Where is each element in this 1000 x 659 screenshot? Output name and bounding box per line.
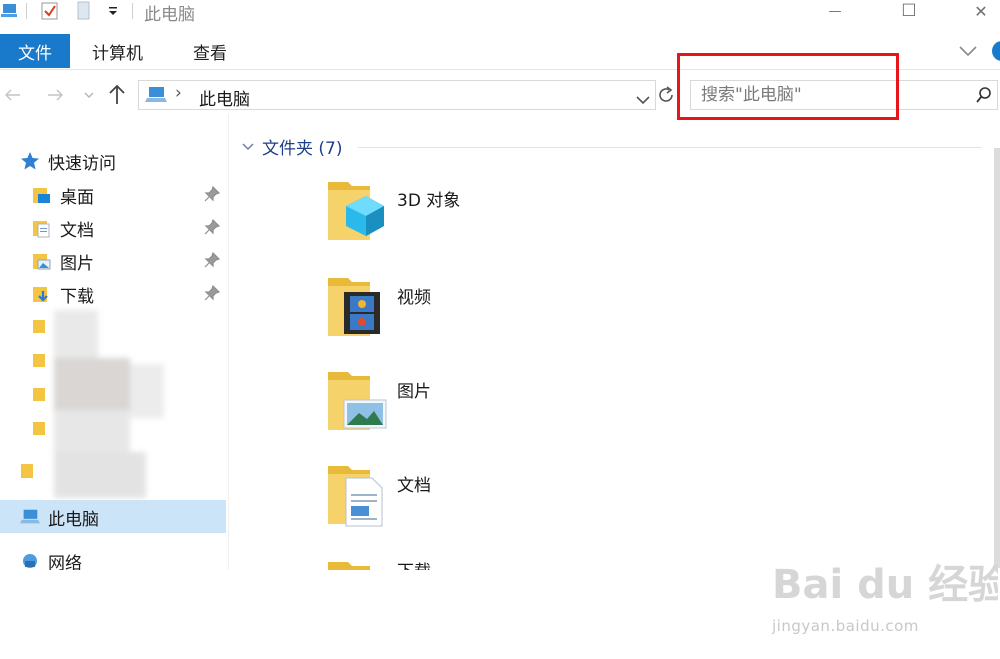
folder-label[interactable]: 视频 <box>397 283 431 308</box>
tab-computer[interactable]: 计算机 <box>92 34 143 68</box>
pictures-folder-icon <box>32 251 52 271</box>
group-header-label: 文件夹 (7) <box>262 138 343 159</box>
watermark-url: jingyan.baidu.com <box>772 617 919 635</box>
nav-item-desktop[interactable]: 桌面 <box>32 180 94 210</box>
search-highlight-annotation <box>677 53 899 120</box>
this-pc-small-icon <box>145 85 167 109</box>
tab-view[interactable]: 查看 <box>193 34 227 68</box>
nav-item-documents[interactable]: 文档 <box>32 213 94 243</box>
desktop-folder-icon <box>32 185 52 205</box>
computer-icon[interactable] <box>0 2 18 20</box>
breadcrumb-this-pc[interactable]: 此电脑 <box>199 85 250 110</box>
customize-dropdown-icon[interactable] <box>106 2 120 20</box>
folder-label[interactable]: 图片 <box>397 377 431 402</box>
help-icon[interactable] <box>990 40 1000 66</box>
downloads-folder-icon[interactable] <box>326 556 396 570</box>
watermark-brand: Bai du 经验 <box>772 562 998 608</box>
nav-quick-access-label: 快速访问 <box>48 153 116 174</box>
back-button[interactable] <box>2 84 24 106</box>
address-dropdown-icon[interactable] <box>636 90 650 109</box>
videos-folder-icon[interactable] <box>326 272 396 342</box>
group-header-folders[interactable]: 文件夹 (7) <box>242 134 343 159</box>
close-icon: ✕ <box>974 1 988 21</box>
nav-item-pictures[interactable]: 图片 <box>32 246 94 276</box>
recent-locations-button[interactable] <box>78 84 100 106</box>
pictures-folder-icon[interactable] <box>326 366 396 436</box>
close-button[interactable]: ✕ <box>958 0 1000 22</box>
minimize-icon: — <box>828 3 842 19</box>
folder-label[interactable]: 下载 <box>397 562 431 570</box>
folder-label[interactable]: 3D 对象 <box>397 186 460 211</box>
properties-check-icon[interactable] <box>40 2 60 20</box>
forward-button[interactable] <box>44 84 66 106</box>
nav-item-label: 图片 <box>60 253 94 274</box>
3d-objects-folder-icon[interactable] <box>326 176 396 246</box>
nav-item-label: 桌面 <box>60 187 94 208</box>
up-button[interactable] <box>106 84 128 106</box>
star-icon <box>20 151 40 171</box>
breadcrumb-separator[interactable]: › <box>175 83 182 103</box>
scrollbar-thumb[interactable] <box>994 148 1000 568</box>
maximize-button[interactable]: ☐ <box>886 0 932 22</box>
tab-file[interactable]: 文件 <box>0 34 70 68</box>
new-folder-icon[interactable] <box>76 1 92 20</box>
computer-icon <box>20 507 40 527</box>
nav-this-pc-label: 此电脑 <box>48 509 99 530</box>
address-bar[interactable]: › 此电脑 <box>138 80 656 110</box>
expand-ribbon-icon[interactable] <box>958 43 978 62</box>
redacted-area <box>44 300 166 500</box>
pin-icon[interactable] <box>204 218 221 235</box>
nav-item-label: 文档 <box>60 220 94 241</box>
collapse-chevron-icon[interactable] <box>242 136 254 156</box>
nav-this-pc[interactable]: 此电脑 <box>20 502 99 532</box>
maximize-icon: ☐ <box>901 1 917 21</box>
pin-icon[interactable] <box>204 185 221 202</box>
pin-icon[interactable] <box>204 284 221 301</box>
window-title: 此电脑 <box>144 5 195 25</box>
search-icon[interactable] <box>975 86 993 108</box>
folder-label[interactable]: 文档 <box>397 471 431 496</box>
documents-folder-icon <box>32 218 52 238</box>
nav-quick-access[interactable]: 快速访问 <box>20 146 116 176</box>
folder-icon <box>20 462 36 484</box>
documents-folder-icon[interactable] <box>326 460 396 530</box>
refresh-icon[interactable] <box>656 85 676 109</box>
network-icon <box>20 551 40 571</box>
pin-icon[interactable] <box>204 251 221 268</box>
minimize-button[interactable]: — <box>812 0 858 22</box>
title-bar: 此电脑 — ☐ ✕ <box>0 0 1000 25</box>
